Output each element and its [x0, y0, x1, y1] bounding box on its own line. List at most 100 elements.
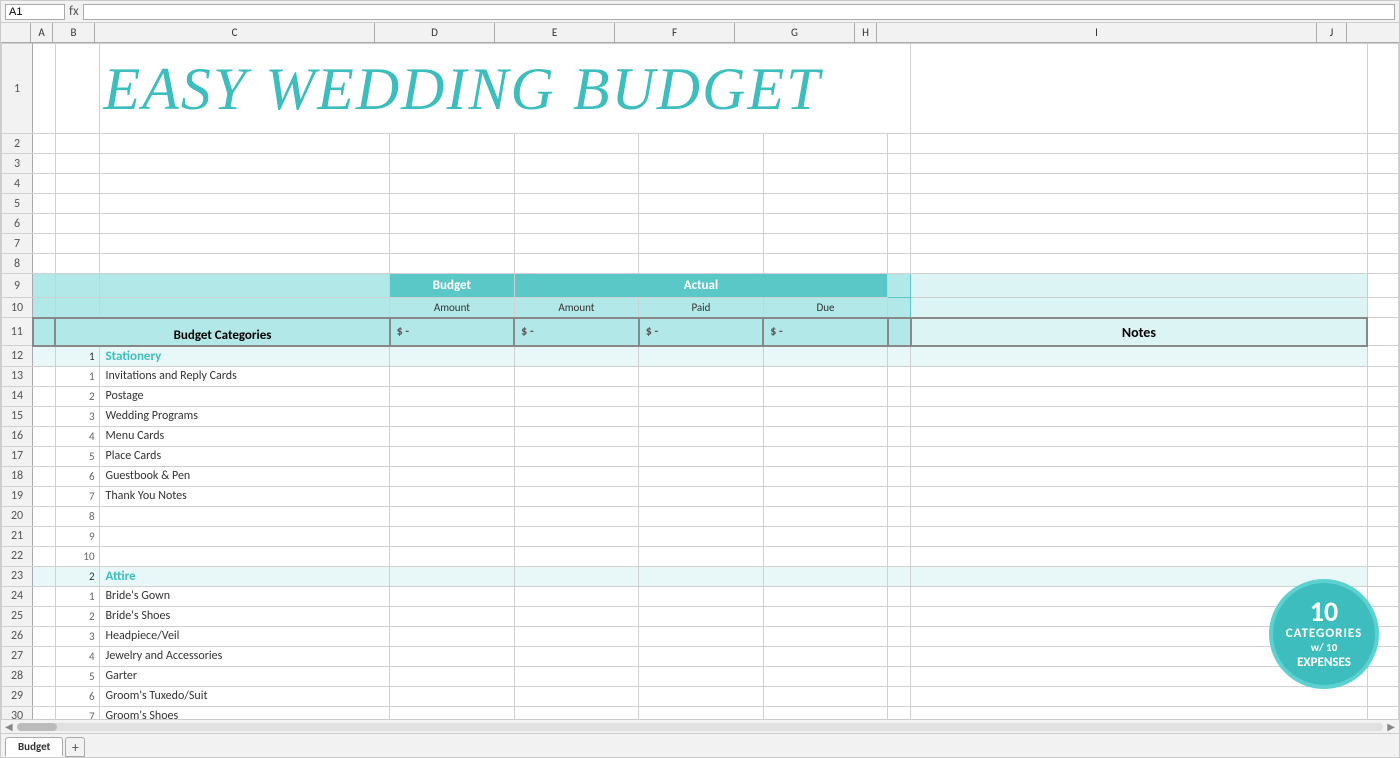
actual-paid-header[interactable]: Paid	[639, 298, 764, 318]
actual-amount-header[interactable]: Amount	[514, 298, 639, 318]
item-garter[interactable]: Garter	[99, 666, 390, 686]
row-num: 13	[2, 366, 33, 386]
badge-with: w/ 10	[1311, 641, 1338, 654]
spreadsheet-table: 1 EASY WEDDING BUDGET 2 2 3	[1, 43, 1399, 719]
row-num: 8	[2, 254, 33, 274]
item-place-cards[interactable]: Place Cards	[99, 446, 390, 466]
item-programs[interactable]: Wedding Programs	[99, 406, 390, 426]
cat-name-attire[interactable]: Attire	[99, 566, 390, 586]
table-row: 285Garter	[2, 666, 1399, 686]
row-num: 11	[2, 318, 33, 346]
cell-b1[interactable]	[55, 44, 99, 134]
row-num: 20	[2, 506, 33, 526]
item-brides-gown[interactable]: Bride's Gown	[99, 586, 390, 606]
sheet-body: 1 EASY WEDDING BUDGET 2 2 3	[1, 43, 1399, 719]
row-num: 23	[2, 566, 33, 586]
item-thankyou[interactable]: Thank You Notes	[99, 486, 390, 506]
item-grooms-shoes[interactable]: Groom's Shoes	[99, 706, 390, 719]
row-num: 25	[2, 606, 33, 626]
row-num: 16	[2, 426, 33, 446]
table-row: 11 Budget Categories $ - $ - $ - $ - Not…	[2, 318, 1399, 346]
col-header-j[interactable]: J	[1317, 23, 1347, 42]
row-num: 30	[2, 706, 33, 719]
budget-header[interactable]: Budget	[390, 274, 515, 298]
item-guestbook[interactable]: Guestbook & Pen	[99, 466, 390, 486]
table-row: 2	[2, 134, 1399, 154]
title-cell[interactable]: EASY WEDDING BUDGET	[99, 44, 911, 134]
scroll-right-btn[interactable]: ▶	[1387, 720, 1395, 733]
col-header-g[interactable]: G	[735, 23, 855, 42]
notes-label[interactable]: Notes	[911, 318, 1368, 346]
table-row: 10 Amount Amount Paid Due	[2, 298, 1399, 318]
table-row: 7	[2, 234, 1399, 254]
col-header-h[interactable]: H	[855, 23, 877, 42]
item-invitations[interactable]: Invitations and Reply Cards	[99, 366, 390, 386]
categories-label[interactable]: Budget Categories	[55, 318, 389, 346]
col-header-c[interactable]: C	[95, 23, 375, 42]
scroll-left-btn[interactable]: ◀	[5, 720, 13, 733]
table-row: 12 1 Stationery	[2, 346, 1399, 367]
table-row: 4	[2, 174, 1399, 194]
row-num: 3	[2, 154, 33, 174]
row-num: 19	[2, 486, 33, 506]
dollar-budget[interactable]: $ -	[390, 318, 515, 346]
table-row: 241Bride's Gown	[2, 586, 1399, 606]
row-num: 7	[2, 234, 33, 254]
row-num: 28	[2, 666, 33, 686]
budget-amount-header[interactable]: Amount	[390, 298, 515, 318]
table-row: 9 Budget Actual	[2, 274, 1399, 298]
badge-number: 10	[1310, 598, 1338, 626]
dollar-due[interactable]: $ -	[763, 318, 888, 346]
table-row: 1 EASY WEDDING BUDGET	[2, 44, 1399, 134]
row-num: 29	[2, 686, 33, 706]
table-row: 186Guestbook & Pen	[2, 466, 1399, 486]
column-headers: A B C D E F G H I J	[1, 23, 1399, 43]
col-header-e[interactable]: E	[495, 23, 615, 42]
row-num: 27	[2, 646, 33, 666]
item-menu-cards[interactable]: Menu Cards	[99, 426, 390, 446]
table-row: 153Wedding Programs	[2, 406, 1399, 426]
cat-num-1[interactable]: 1	[55, 346, 99, 367]
col-header-d[interactable]: D	[375, 23, 495, 42]
badge-categories: CATEGORIES	[1286, 626, 1363, 642]
table-row: 164Menu Cards	[2, 426, 1399, 446]
row-num: 10	[2, 298, 33, 318]
col-header-b[interactable]: B	[53, 23, 95, 42]
formula-input[interactable]	[83, 4, 1395, 20]
h-scrollbar[interactable]: ◀ ▶	[1, 719, 1399, 733]
cell-a1[interactable]	[33, 44, 56, 134]
cat-num-2[interactable]: 2	[55, 566, 99, 586]
actual-header[interactable]: Actual	[514, 274, 888, 298]
add-tab-button[interactable]: +	[65, 737, 85, 757]
table-row: 208	[2, 506, 1399, 526]
tab-budget[interactable]: Budget	[5, 737, 63, 757]
fx-label: fx	[69, 4, 79, 19]
row-num: 12	[2, 346, 33, 367]
scroll-thumb[interactable]	[17, 723, 57, 731]
badge-circle: 10 CATEGORIES w/ 10 EXPENSES	[1269, 579, 1379, 689]
actual-due-header[interactable]: Due	[763, 298, 888, 318]
name-box[interactable]	[5, 4, 65, 20]
cell-i1[interactable]	[911, 44, 1368, 134]
col-header-a[interactable]: A	[31, 23, 53, 42]
item-jewelry[interactable]: Jewelry and Accessories	[99, 646, 390, 666]
scroll-track[interactable]	[17, 723, 1384, 731]
item-postage[interactable]: Postage	[99, 386, 390, 406]
table-row: 8	[2, 254, 1399, 274]
item-grooms-tuxedo[interactable]: Groom's Tuxedo/Suit	[99, 686, 390, 706]
corner-cell	[1, 23, 31, 42]
item-brides-shoes[interactable]: Bride's Shoes	[99, 606, 390, 626]
dollar-paid[interactable]: $ -	[639, 318, 764, 346]
cat-name-stationery[interactable]: Stationery	[99, 346, 390, 367]
col-header-i[interactable]: I	[877, 23, 1317, 42]
table-row: 142Postage	[2, 386, 1399, 406]
table-row: 3	[2, 154, 1399, 174]
cell-j1[interactable]	[1367, 44, 1398, 134]
sheet-scroll[interactable]: 1 EASY WEDDING BUDGET 2 2 3	[1, 43, 1399, 719]
dollar-actual[interactable]: $ -	[514, 318, 639, 346]
col-header-f[interactable]: F	[615, 23, 735, 42]
row-num: 1	[2, 44, 33, 134]
item-headpiece[interactable]: Headpiece/Veil	[99, 626, 390, 646]
row-num: 5	[2, 194, 33, 214]
table-row: 197Thank You Notes	[2, 486, 1399, 506]
